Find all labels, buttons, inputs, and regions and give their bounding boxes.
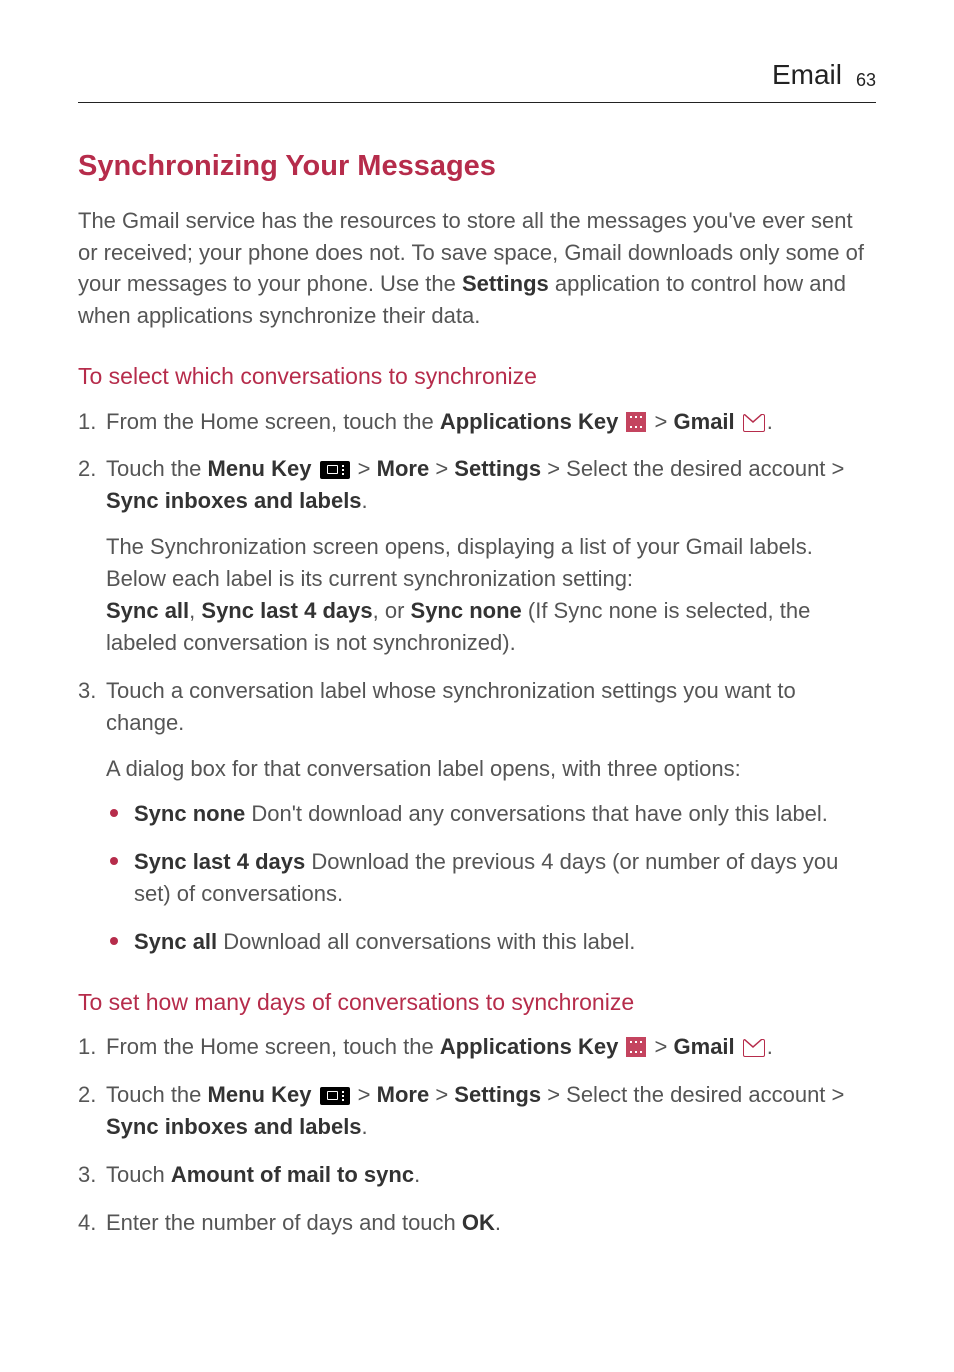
settings-label: Settings: [462, 271, 549, 296]
sync-all-label: Sync all: [106, 598, 189, 623]
sync-none-label: Sync none: [411, 598, 522, 623]
sync-inboxes-label-2: Sync inboxes and labels: [106, 1114, 362, 1139]
step1-text-c: .: [767, 409, 773, 434]
s2-step-4: Enter the number of days and touch OK.: [78, 1207, 876, 1239]
settings-menu-label-2: Settings: [454, 1082, 541, 1107]
settings-menu-label: Settings: [454, 456, 541, 481]
step2-inner-a: The Synchronization screen opens, displa…: [106, 531, 876, 595]
steps-list-2: From the Home screen, touch the Applicat…: [78, 1031, 876, 1238]
step-2: Touch the Menu Key > More > Settings > S…: [78, 453, 876, 658]
step2-inner-block: The Synchronization screen opens, displa…: [106, 531, 876, 659]
step-1: From the Home screen, touch the Applicat…: [78, 406, 876, 438]
step1-text-b: >: [648, 409, 673, 434]
s2-step4-a: Enter the number of days and touch: [106, 1210, 462, 1235]
s2-step2-b: >: [352, 1082, 377, 1107]
applications-key-icon: [626, 1037, 646, 1057]
document-page: Email 63 Synchronizing Your Messages The…: [0, 0, 954, 1315]
gmail-label-2: Gmail: [674, 1034, 735, 1059]
bullet3-text: Download all conversations with this lab…: [217, 929, 635, 954]
s2-step-2: Touch the Menu Key > More > Settings > S…: [78, 1079, 876, 1143]
step2-text-b: >: [352, 456, 377, 481]
amount-mail-label: Amount of mail to sync: [171, 1162, 414, 1187]
step2-text-c: >: [429, 456, 454, 481]
bullet-sync-all: Sync all Download all conversations with…: [106, 926, 876, 958]
more-label: More: [377, 456, 430, 481]
steps-list-1: From the Home screen, touch the Applicat…: [78, 406, 876, 958]
intro-paragraph: The Gmail service has the resources to s…: [78, 205, 876, 333]
menu-key-icon: [320, 461, 350, 479]
applications-key-label-2: Applications Key: [440, 1034, 618, 1059]
bullet1-bold: Sync none: [134, 801, 245, 826]
applications-key-label: Applications Key: [440, 409, 618, 434]
bullet2-bold: Sync last 4 days: [134, 849, 305, 874]
header-section-title: Email: [772, 55, 842, 96]
header-page-number: 63: [856, 67, 876, 93]
bullet-sync-last4: Sync last 4 days Download the previous 4…: [106, 846, 876, 910]
s2-step3-a: Touch: [106, 1162, 171, 1187]
s2-step2-a: Touch the: [106, 1082, 208, 1107]
s2-step1-b: >: [648, 1034, 673, 1059]
s2-step2-c: >: [429, 1082, 454, 1107]
bullet1-text: Don't download any conversations that ha…: [245, 801, 828, 826]
applications-key-icon: [626, 412, 646, 432]
bullet3-bold: Sync all: [134, 929, 217, 954]
sync-inboxes-label: Sync inboxes and labels: [106, 488, 362, 513]
s2-step1-a: From the Home screen, touch the: [106, 1034, 440, 1059]
step2-inner-b: Sync all, Sync last 4 days, or Sync none…: [106, 595, 876, 659]
more-label-2: More: [377, 1082, 430, 1107]
s2-step-1: From the Home screen, touch the Applicat…: [78, 1031, 876, 1063]
heading-select-conversations: To select which conversations to synchro…: [78, 360, 876, 393]
step-3: Touch a conversation label whose synchro…: [78, 675, 876, 958]
gmail-icon: [743, 1039, 765, 1057]
step1-text-a: From the Home screen, touch the: [106, 409, 440, 434]
s2-step2-d: > Select the desired account >: [541, 1082, 844, 1107]
s2-step-3: Touch Amount of mail to sync.: [78, 1159, 876, 1191]
s2-step1-c: .: [767, 1034, 773, 1059]
step3-text: Touch a conversation label whose synchro…: [106, 678, 796, 735]
ok-label: OK: [462, 1210, 495, 1235]
menu-key-label-2: Menu Key: [208, 1082, 312, 1107]
gmail-label: Gmail: [674, 409, 735, 434]
menu-key-icon: [320, 1087, 350, 1105]
s2-step3-b: .: [414, 1162, 420, 1187]
step3-inner: A dialog box for that conversation label…: [106, 753, 876, 785]
step2-text-e: .: [362, 488, 368, 513]
step2-text-a: Touch the: [106, 456, 208, 481]
menu-key-label: Menu Key: [208, 456, 312, 481]
bullet-sync-none: Sync none Don't download any conversatio…: [106, 798, 876, 830]
s2-step2-e: .: [362, 1114, 368, 1139]
sync-last4-label: Sync last 4 days: [201, 598, 372, 623]
step2-inner-b4: , or: [373, 598, 411, 623]
options-bullets: Sync none Don't download any conversatio…: [106, 798, 876, 958]
step2-inner-b2: ,: [189, 598, 201, 623]
gmail-icon: [743, 414, 765, 432]
page-header: Email 63: [78, 55, 876, 103]
s2-step4-b: .: [495, 1210, 501, 1235]
step2-text-d: > Select the desired account >: [541, 456, 844, 481]
heading-set-days: To set how many days of conversations to…: [78, 986, 876, 1019]
heading-sync-messages: Synchronizing Your Messages: [78, 145, 876, 187]
